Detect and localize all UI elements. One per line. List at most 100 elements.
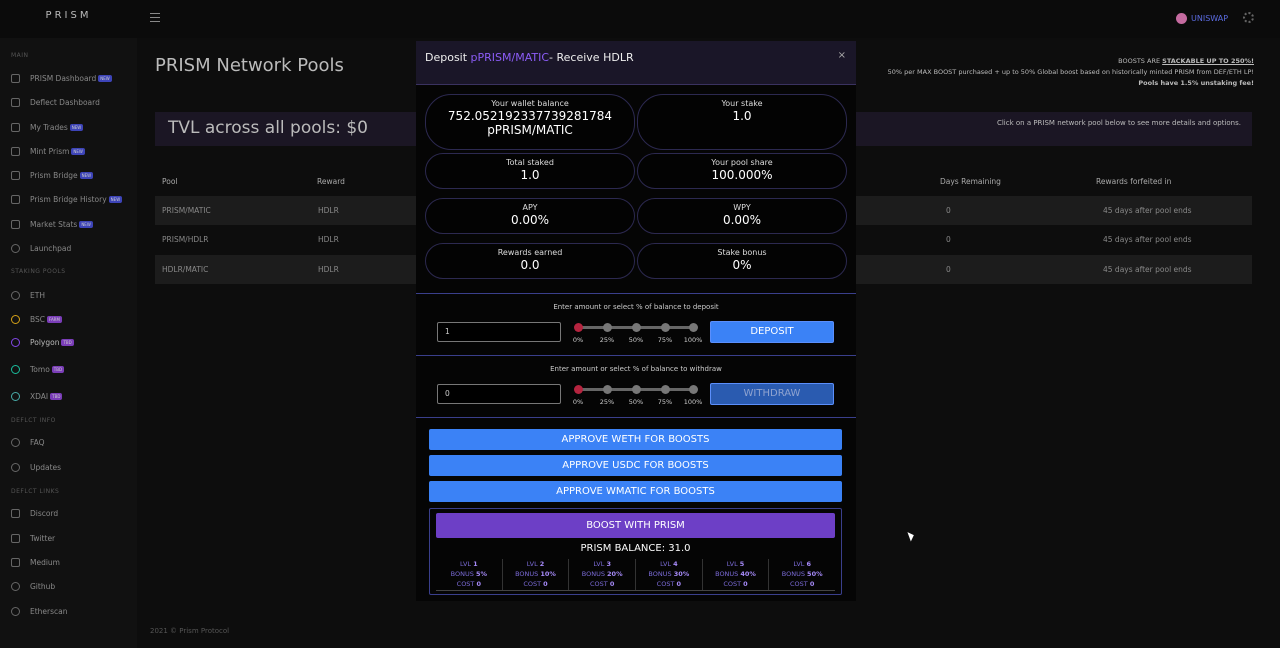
sidebar-item-market-stats[interactable]: Market Stats NEW: [11, 217, 93, 231]
app-logo[interactable]: PRISM: [0, 0, 137, 38]
sidebar-item-discord[interactable]: Discord: [11, 506, 58, 520]
lvl-cost: 0: [743, 580, 748, 588]
slider-stop-25[interactable]: [603, 323, 612, 332]
lvl-num: 5: [739, 560, 745, 568]
prism-balance: PRISM BALANCE: 31.0: [580, 543, 691, 554]
cell-forfeit: 45 days after pool ends: [1103, 265, 1192, 274]
sidebar: MAIN PRISM Dashboard NEW Deflect Dashboar…: [0, 38, 137, 648]
sidebar-item-etherscan[interactable]: Etherscan: [11, 604, 68, 618]
faq-icon: [11, 437, 20, 447]
sidebar-item-prism-dashboard[interactable]: PRISM Dashboard NEW: [11, 71, 112, 85]
deposit-button[interactable]: DEPOSIT: [710, 321, 834, 343]
col-forfeit[interactable]: Rewards forfeited in: [1096, 177, 1171, 186]
sidebar-item-prism-bridge[interactable]: Prism Bridge NEW: [11, 168, 94, 182]
withdraw-button[interactable]: WITHDRAW: [710, 383, 834, 405]
boost-level-2[interactable]: LVL 2 BONUS 10% COST 0: [503, 559, 570, 590]
slider-stop-50[interactable]: [632, 385, 641, 394]
wallet-button[interactable]: UNISWAP: [1176, 13, 1228, 24]
modal-title-c: - Receive HDLR: [549, 51, 634, 64]
sidebar-item-tomo[interactable]: Tomo TBD: [11, 362, 65, 376]
boost-level-3[interactable]: LVL 3 BONUS 20% COST 0: [569, 559, 637, 590]
sidebar-item-polygon[interactable]: Polygon TBD: [11, 335, 74, 349]
new-badge: NEW: [79, 220, 93, 228]
sidebar-item-eth[interactable]: ETH: [11, 288, 45, 302]
tbd-badge: TBD: [50, 392, 63, 400]
lvl-cost: 0: [609, 580, 615, 588]
approve-wmatic-button[interactable]: APPROVE WMATIC FOR BOOSTS: [429, 481, 842, 502]
approve-weth-button[interactable]: APPROVE WETH FOR BOOSTS: [429, 429, 842, 450]
lvl-cost: 0: [476, 580, 482, 588]
sidebar-item-github[interactable]: Github: [11, 579, 55, 593]
dashboard-icon: [11, 97, 20, 107]
share-value: 100.000%: [711, 168, 773, 182]
deposit-percent-slider[interactable]: 0% 25% 50% 75% 100%: [573, 322, 702, 344]
lvl-num: 3: [606, 560, 611, 568]
section-links: DEFLCT LINKS: [11, 488, 60, 495]
page-title: PRISM Network Pools: [155, 55, 344, 76]
slider-handle[interactable]: [574, 323, 583, 332]
boost-line1-b: STACKABLE UP TO 250%!: [1162, 57, 1254, 65]
slider-stop-75[interactable]: [661, 385, 670, 394]
pct-label: 25%: [599, 398, 615, 406]
sidebar-item-xdai[interactable]: XDAI TBD: [11, 389, 63, 403]
boost-level-4[interactable]: LVL 4 BONUS 30% COST 0: [636, 559, 703, 590]
withdraw-amount-input[interactable]: 0: [437, 384, 561, 404]
sidebar-item-medium[interactable]: Medium: [11, 555, 60, 569]
col-days[interactable]: Days Remaining: [940, 177, 1001, 186]
slider-stop-75[interactable]: [661, 323, 670, 332]
slider-stop-100[interactable]: [689, 385, 698, 394]
cell-forfeit: 45 days after pool ends: [1103, 206, 1192, 215]
gear-icon[interactable]: [1243, 12, 1254, 23]
lvl-prefix: LVL: [460, 560, 474, 568]
bsc-icon: [11, 314, 20, 324]
pct-label: 100%: [683, 398, 703, 406]
cell-reward: HDLR: [318, 235, 339, 244]
wpy-value: 0.00%: [722, 213, 762, 227]
boost-level-6[interactable]: LVL 6 BONUS 50% COST 0: [769, 559, 835, 590]
boost-level-1[interactable]: LVL 1 BONUS 5% COST 0: [436, 559, 503, 590]
sidebar-item-twitter[interactable]: Twitter: [11, 531, 55, 545]
medium-icon: [11, 557, 20, 567]
approve-usdc-button[interactable]: APPROVE USDC FOR BOOSTS: [429, 455, 842, 476]
sidebar-item-launchpad[interactable]: Launchpad: [11, 241, 71, 255]
lvl-prefix: LVL: [660, 560, 674, 568]
deposit-amount-input[interactable]: 1: [437, 322, 561, 342]
boost-level-5[interactable]: LVL 5 BONUS 40% COST 0: [703, 559, 770, 590]
sidebar-item-deflect-dashboard[interactable]: Deflect Dashboard: [11, 95, 100, 109]
lvl-bonus: 10%: [540, 570, 556, 578]
new-badge: NEW: [98, 74, 112, 82]
col-pool[interactable]: Pool: [162, 177, 178, 186]
pct-label: 75%: [657, 398, 673, 406]
rewards-earned-card: Rewards earned 0.0: [425, 243, 635, 279]
divider: [416, 293, 856, 294]
slider-stop-50[interactable]: [632, 323, 641, 332]
modal-header: Deposit pPRISM/MATIC- Receive HDLR ×: [416, 41, 856, 85]
bonus-value: 0%: [732, 258, 752, 272]
sidebar-item-bsc[interactable]: BSC FARM: [11, 312, 62, 326]
slider-stop-100[interactable]: [689, 323, 698, 332]
divider: [416, 417, 856, 418]
slider-stop-25[interactable]: [603, 385, 612, 394]
lvl-prefix: LVL: [793, 560, 807, 568]
lvl-bonus: 5%: [475, 570, 487, 578]
menu-icon[interactable]: [150, 13, 160, 22]
boost-with-prism-button[interactable]: BOOST WITH PRISM: [436, 513, 835, 538]
sidebar-item-prism-bridge-history[interactable]: Prism Bridge History NEW: [11, 192, 123, 206]
stats-icon: [11, 219, 20, 229]
sidebar-item-faq[interactable]: FAQ: [11, 435, 45, 449]
withdraw-percent-slider[interactable]: 0% 25% 50% 75% 100%: [573, 384, 702, 406]
stake-bonus-card: Stake bonus 0%: [637, 243, 847, 279]
cell-forfeit: 45 days after pool ends: [1103, 235, 1192, 244]
slider-handle[interactable]: [574, 385, 583, 394]
top-bar: PRISM UNISWAP: [0, 0, 1280, 38]
sidebar-item-updates[interactable]: Updates: [11, 460, 61, 474]
cost-prefix: COST: [590, 580, 610, 588]
sidebar-item-my-trades[interactable]: My Trades NEW: [11, 120, 84, 134]
apy-value: 0.00%: [510, 213, 550, 227]
footer: 2021 © Prism Protocol: [150, 627, 230, 635]
col-reward[interactable]: Reward: [317, 177, 345, 186]
boost-info: BOOSTS ARE STACKABLE UP TO 250%! 50% per…: [888, 56, 1254, 89]
close-icon[interactable]: ×: [838, 50, 846, 61]
sidebar-item-mint-prism[interactable]: Mint Prism NEW: [11, 144, 85, 158]
wallet-label: UNISWAP: [1191, 14, 1229, 23]
